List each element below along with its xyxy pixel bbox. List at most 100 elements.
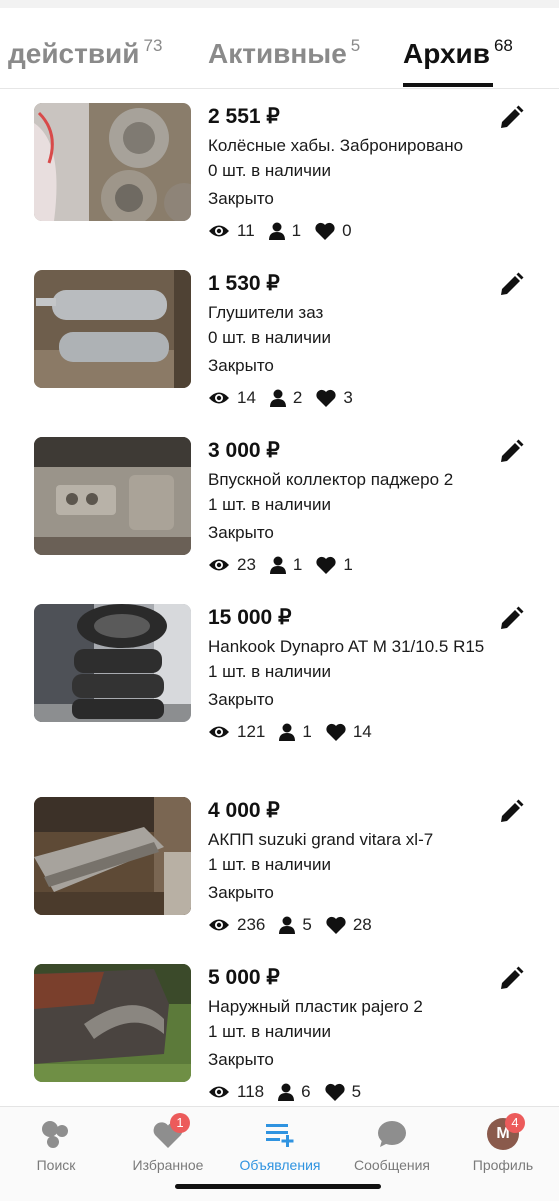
listing-price: 1 530 ₽ <box>208 272 280 295</box>
tab-label: Архив <box>403 38 490 69</box>
listing-photo[interactable] <box>34 604 191 722</box>
views-count: 23 <box>237 555 256 574</box>
listing-stock: 1 шт. в наличии <box>208 855 332 874</box>
nav-profile-label: Профиль <box>472 1157 534 1173</box>
nav-favorites[interactable]: 1 Избранное <box>112 1113 224 1173</box>
listing-status: Закрыто <box>208 690 274 709</box>
edit-icon[interactable] <box>498 105 524 131</box>
contacts-count: 1 <box>292 555 303 574</box>
listing-stock: 0 шт. в наличии <box>208 161 332 180</box>
tab-count: 5 <box>350 36 361 55</box>
heart-icon <box>316 556 336 574</box>
tab-archive[interactable]: Архив 68 <box>403 36 513 70</box>
likes-count: 3 <box>343 388 353 407</box>
nav-listings-label: Объявления <box>239 1157 321 1173</box>
person-icon <box>278 1083 295 1101</box>
heart-icon <box>315 222 335 240</box>
listing-status: Закрыто <box>208 523 274 542</box>
tab-active[interactable]: Активные 5 <box>208 36 361 70</box>
tab-count: 73 <box>143 36 163 55</box>
eye-icon <box>209 559 229 571</box>
views-count: 118 <box>237 1082 265 1101</box>
tab-bar: действий 73 Активные 5 Архив 68 <box>0 8 559 89</box>
heart-icon <box>324 1083 345 1101</box>
likes-count: 0 <box>342 221 352 240</box>
heart-icon <box>326 916 346 934</box>
listing-price: 2 551 ₽ <box>208 105 280 128</box>
heart-icon <box>326 723 346 741</box>
listing-price: 5 000 ₽ <box>208 966 280 989</box>
eye-icon <box>209 225 229 237</box>
listing-title: Наружный пластик pajero 2 <box>208 997 423 1016</box>
eye-icon <box>209 726 229 738</box>
listing-photo[interactable] <box>34 103 191 221</box>
contacts-count: 1 <box>291 221 302 240</box>
likes-count: 1 <box>343 555 353 574</box>
likes-count: 5 <box>351 1082 362 1101</box>
listing-price: 15 000 ₽ <box>208 606 292 629</box>
listing-stats: 236 5 28 <box>208 913 508 937</box>
tab-label: Активные <box>208 38 347 69</box>
listing-title: Впускной коллектор паджеро 2 <box>208 470 454 489</box>
list-add-icon <box>266 1124 294 1147</box>
nav-messages[interactable]: Сообщения <box>336 1117 448 1173</box>
edit-icon[interactable] <box>498 439 524 465</box>
person-icon <box>279 723 296 741</box>
listing-title: Hankook Dynapro AT M 31/10.5 R15 <box>208 637 485 656</box>
listing-stats: 118 6 5 <box>208 1080 508 1104</box>
contacts-count: 6 <box>301 1082 311 1101</box>
listing-title: АКПП suzuki grand vitara xl-7 <box>208 830 434 849</box>
nav-search-label: Поиск <box>36 1157 76 1173</box>
eye-icon <box>209 919 229 931</box>
eye-icon <box>209 392 229 404</box>
listing-status: Закрыто <box>208 189 274 208</box>
listing-stats: 121 1 14 <box>208 720 508 744</box>
tab-count: 68 <box>493 36 513 55</box>
listing-photo[interactable] <box>34 270 191 388</box>
listing-stock: 0 шт. в наличии <box>208 328 332 347</box>
contacts-count: 1 <box>302 722 312 741</box>
listing-stock: 1 шт. в наличии <box>208 662 332 681</box>
listing-stock: 1 шт. в наличии <box>208 1022 332 1041</box>
listing-photo[interactable] <box>34 964 191 1082</box>
edit-icon[interactable] <box>498 799 524 825</box>
listing-status: Закрыто <box>208 883 274 902</box>
contacts-count: 5 <box>302 915 312 934</box>
listing-status: Закрыто <box>208 1050 274 1069</box>
person-icon <box>268 222 285 240</box>
home-indicator <box>175 1184 381 1189</box>
heart-icon <box>316 389 336 407</box>
listing-price: 4 000 ₽ <box>208 799 280 822</box>
edit-icon[interactable] <box>498 272 524 298</box>
eye-icon <box>209 1086 229 1098</box>
person-icon <box>269 389 286 407</box>
nav-messages-label: Сообщения <box>354 1157 430 1173</box>
listing-stock: 1 шт. в наличии <box>208 495 332 514</box>
contacts-count: 2 <box>292 388 303 407</box>
top-strip <box>0 0 559 8</box>
nav-listings[interactable]: Объявления <box>224 1117 336 1173</box>
chat-bubble-icon <box>378 1121 406 1147</box>
profile-badge: 4 <box>505 1113 525 1133</box>
edit-icon[interactable] <box>498 966 524 992</box>
nav-favorites-label: Избранное <box>132 1157 204 1173</box>
listing-price: 3 000 ₽ <box>208 439 280 462</box>
active-tab-indicator <box>403 83 493 87</box>
listing-stats: 11 1 0 <box>208 219 508 243</box>
views-count: 11 <box>237 221 255 240</box>
listing-photo[interactable] <box>34 797 191 915</box>
search-circles-icon <box>42 1121 68 1148</box>
listing-title: Колёсные хабы. Забронировано <box>208 136 464 155</box>
person-icon <box>269 556 286 574</box>
listing-title: Глушители заз <box>208 303 324 322</box>
listing-stats: 23 1 1 <box>208 553 508 577</box>
edit-icon[interactable] <box>498 606 524 632</box>
favorites-badge: 1 <box>170 1113 190 1133</box>
person-icon <box>279 916 296 934</box>
tab-label: действий <box>8 38 140 69</box>
listing-photo[interactable] <box>34 437 191 555</box>
nav-search[interactable]: Поиск <box>0 1117 112 1173</box>
nav-profile[interactable]: М 4 Профиль <box>447 1113 559 1173</box>
views-count: 236 <box>237 915 266 934</box>
tab-actions[interactable]: действий 73 <box>8 36 163 70</box>
